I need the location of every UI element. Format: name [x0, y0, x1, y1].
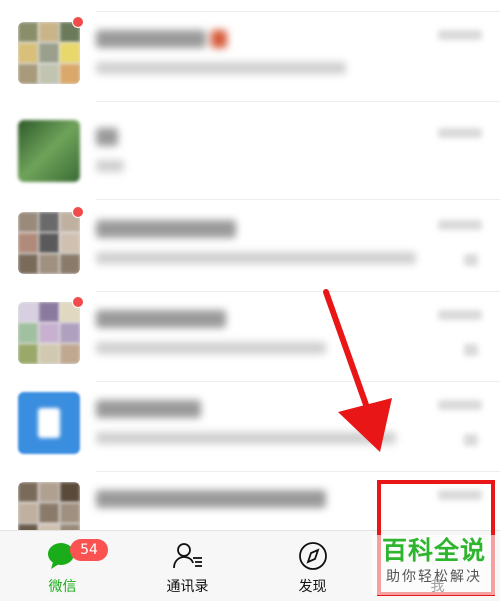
chat-preview [96, 158, 426, 174]
avatar [18, 120, 80, 182]
compass-icon [297, 541, 329, 571]
watermark: 百科全说 助你轻松解决 [372, 535, 496, 595]
chat-time [438, 310, 482, 320]
chat-preview [96, 340, 426, 356]
chat-row[interactable] [0, 0, 500, 12]
unread-badge: 54 [70, 539, 108, 561]
chat-time [438, 400, 482, 410]
mute-icon [464, 254, 478, 266]
avatar [18, 302, 80, 364]
chat-preview [96, 430, 426, 446]
tab-chats[interactable]: 54 微信 [0, 531, 125, 601]
chat-row[interactable] [0, 292, 500, 382]
unread-dot [72, 16, 84, 28]
mute-icon [464, 434, 478, 446]
divider [96, 199, 500, 200]
unread-dot [72, 206, 84, 218]
unread-dot [72, 296, 84, 308]
avatar [18, 212, 80, 274]
chat-time [438, 30, 482, 40]
chat-name [96, 126, 246, 150]
mute-icon [464, 344, 478, 356]
chat-preview [96, 250, 426, 266]
avatar [18, 482, 80, 530]
contacts-icon [172, 541, 204, 571]
avatar [18, 22, 80, 84]
divider [96, 101, 500, 102]
chat-name [96, 308, 246, 332]
watermark-title: 百科全说 [381, 536, 486, 565]
tab-label: 通讯录 [166, 579, 209, 595]
chat-row[interactable] [0, 202, 500, 292]
tab-label: 微信 [48, 579, 77, 595]
tab-contacts[interactable]: 通讯录 [125, 531, 250, 601]
chat-name [96, 218, 246, 242]
tab-label: 发现 [298, 579, 327, 595]
chat-row[interactable] [0, 382, 500, 472]
tab-discover[interactable]: 发现 [250, 531, 375, 601]
chat-name [96, 398, 246, 422]
avatar [18, 392, 80, 454]
chat-name [96, 28, 246, 52]
chat-row[interactable] [0, 110, 500, 200]
chat-list [0, 0, 500, 530]
watermark-subtitle: 助你轻松解决 [386, 569, 482, 585]
chat-time [438, 220, 482, 230]
chat-time [438, 128, 482, 138]
chat-name [96, 488, 326, 512]
chat-preview [96, 60, 426, 76]
chat-row[interactable] [0, 12, 500, 102]
